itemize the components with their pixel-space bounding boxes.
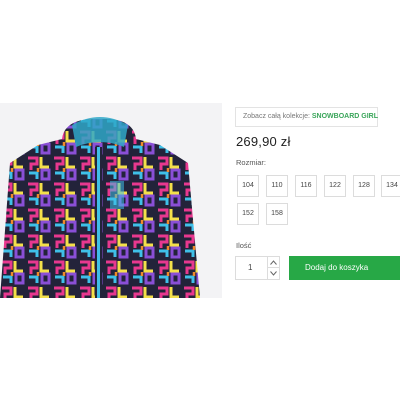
product-details: Zobacz całą kolekcje: SNOWBOARD GIRL 269… bbox=[235, 0, 400, 400]
product-image[interactable] bbox=[0, 103, 222, 298]
size-option-152[interactable]: 152 bbox=[237, 203, 259, 225]
quantity-label: Ilość bbox=[236, 241, 252, 250]
collection-prefix: Zobacz całą kolekcje: bbox=[243, 113, 310, 120]
size-option-134[interactable]: 134 bbox=[381, 175, 400, 197]
size-option-116[interactable]: 116 bbox=[295, 175, 317, 197]
quantity-stepper: 1 bbox=[235, 256, 280, 280]
size-option-122[interactable]: 122 bbox=[324, 175, 346, 197]
size-option-128[interactable]: 128 bbox=[353, 175, 375, 197]
product-price: 269,90 zł bbox=[236, 134, 291, 149]
size-option-110[interactable]: 110 bbox=[266, 175, 288, 197]
collection-link[interactable]: Zobacz całą kolekcje: SNOWBOARD GIRL bbox=[235, 107, 378, 127]
jacket-photo bbox=[0, 117, 200, 298]
add-to-cart-button[interactable]: Dodaj do koszyka bbox=[289, 256, 400, 280]
chevron-down-icon[interactable] bbox=[268, 268, 279, 279]
size-label: Rozmiar: bbox=[236, 158, 267, 167]
size-option-104[interactable]: 104 bbox=[237, 175, 259, 197]
size-option-158[interactable]: 158 bbox=[266, 203, 288, 225]
collection-name[interactable]: SNOWBOARD GIRL bbox=[312, 113, 378, 120]
quantity-arrows bbox=[267, 257, 279, 279]
chevron-up-icon[interactable] bbox=[268, 257, 279, 268]
quantity-input[interactable]: 1 bbox=[248, 263, 252, 272]
